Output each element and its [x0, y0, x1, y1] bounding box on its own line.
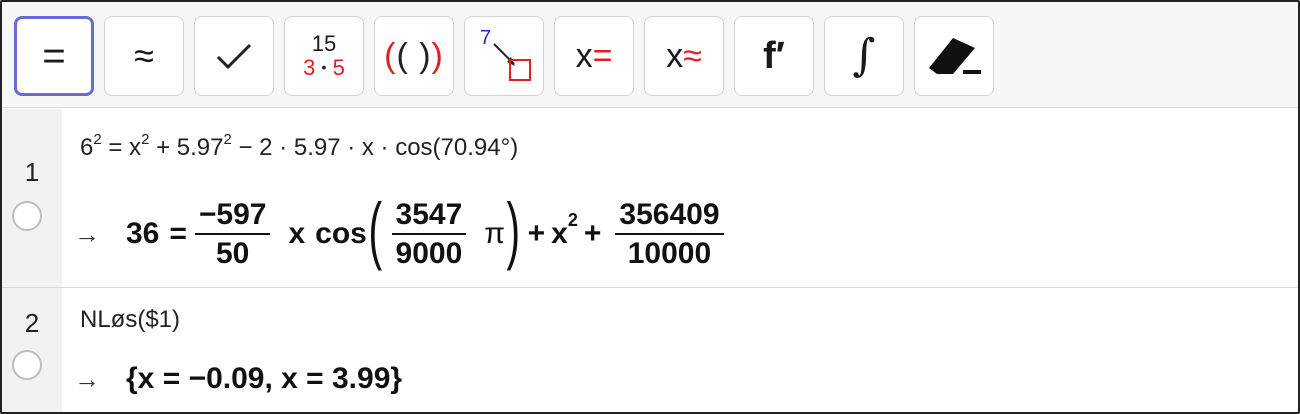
- output-term: 36: [126, 217, 160, 250]
- fraction-denominator: 50: [216, 237, 250, 270]
- output-fraction: 3547 9000: [391, 198, 467, 270]
- output-variable: x: [288, 217, 306, 250]
- factor-digit: 3: [303, 55, 316, 80]
- output-function: cos: [315, 217, 367, 250]
- solve-icon: x=: [576, 39, 613, 73]
- fraction-numerator: −597: [194, 198, 271, 235]
- expand-button[interactable]: (( )): [374, 16, 454, 96]
- integral-button[interactable]: ∫: [824, 16, 904, 96]
- row-marble-toggle[interactable]: [12, 350, 42, 380]
- fraction-numerator: 3547: [391, 198, 467, 235]
- eraser-icon: [929, 38, 981, 74]
- output-variable: x: [551, 217, 568, 250]
- checkmark-icon: [216, 43, 252, 70]
- cas-view: = ≈ 15 3 • 5 (( )) 7 x= x≈ f′ ∫ 1 62 = x…: [0, 0, 1300, 414]
- input-term: = x: [101, 134, 142, 161]
- output-equals: =: [169, 217, 187, 250]
- output-constant: π: [484, 217, 505, 250]
- solve-equals: =: [592, 37, 613, 75]
- evaluate-button[interactable]: =: [14, 16, 94, 96]
- output-operator: +: [583, 217, 602, 250]
- keep-input-button[interactable]: [194, 16, 274, 96]
- cas-toolbar: = ≈ 15 3 • 5 (( )) 7 x= x≈ f′ ∫: [2, 2, 1298, 108]
- output-operator: +: [527, 217, 546, 250]
- integral-icon: ∫: [852, 30, 876, 81]
- row-output: → {x = −0.09, x = 3.99}: [74, 362, 402, 396]
- row-number: 1: [24, 157, 40, 187]
- substitute-button[interactable]: 7: [464, 16, 544, 96]
- factor-digit: 5: [332, 55, 345, 80]
- factor-dot: •: [321, 59, 327, 75]
- output-fraction: 356409 10000: [615, 198, 724, 270]
- nsolve-approx: ≈: [683, 37, 702, 75]
- output-arrow: →: [74, 363, 100, 394]
- output-exponent: 2: [567, 209, 578, 230]
- row-number: 2: [24, 308, 40, 338]
- factor-icon-top: 15: [311, 30, 337, 56]
- nsolve-icon: x≈: [666, 39, 702, 73]
- svg-text:7: 7: [480, 27, 491, 49]
- output-solution-set: {x = −0.09, x = 3.99}: [126, 362, 403, 395]
- solve-x: x: [575, 37, 593, 75]
- factor-icon-bottom: 3 • 5: [303, 55, 345, 80]
- input-term: − 2 · 5.97 · x · cos(70.94°): [231, 134, 519, 161]
- evaluate-icon: =: [42, 34, 66, 78]
- nsolve-x: x: [666, 37, 684, 75]
- output-paren: (: [368, 188, 382, 271]
- output-arrow: →: [74, 218, 100, 249]
- cas-row-1[interactable]: 1 62 = x2 + 5.972 − 2 · 5.97 · x · cos(7…: [2, 109, 1298, 287]
- fraction-denominator: 9000: [395, 237, 463, 270]
- approx-icon: ≈: [134, 35, 154, 76]
- input-exponent: 2: [223, 131, 232, 148]
- row-gutter: [2, 109, 62, 287]
- fraction-denominator: 10000: [627, 237, 712, 270]
- delete-button[interactable]: [914, 16, 994, 96]
- derivative-icon: f′: [763, 35, 785, 77]
- row-input[interactable]: NLøs($1): [80, 306, 180, 334]
- input-term: 6: [80, 134, 94, 161]
- substitute-icon: 7: [480, 27, 531, 81]
- factor-button[interactable]: 15 3 • 5: [284, 16, 364, 96]
- cas-row-2[interactable]: 2 NLøs($1) → {x = −0.09, x = 3.99}: [2, 288, 1298, 412]
- input-exponent: 2: [93, 131, 102, 148]
- row-output: → 36 = −597 50 x cos ( 3547 9000 π ) + x…: [74, 189, 732, 279]
- solve-button[interactable]: x=: [554, 16, 634, 96]
- numeric-button[interactable]: ≈: [104, 16, 184, 96]
- derivative-button[interactable]: f′: [734, 16, 814, 96]
- fraction-numerator: 356409: [615, 198, 724, 235]
- input-term: + 5.97: [149, 134, 224, 161]
- output-paren: ): [506, 188, 521, 271]
- expand-icon: (( )): [384, 37, 444, 75]
- solve-numerically-button[interactable]: x≈: [644, 16, 724, 96]
- row-marble-toggle[interactable]: [12, 201, 42, 231]
- output-fraction: −597 50: [194, 198, 271, 270]
- row-input[interactable]: 62 = x2 + 5.972 − 2 · 5.97 · x · cos(70.…: [80, 131, 518, 162]
